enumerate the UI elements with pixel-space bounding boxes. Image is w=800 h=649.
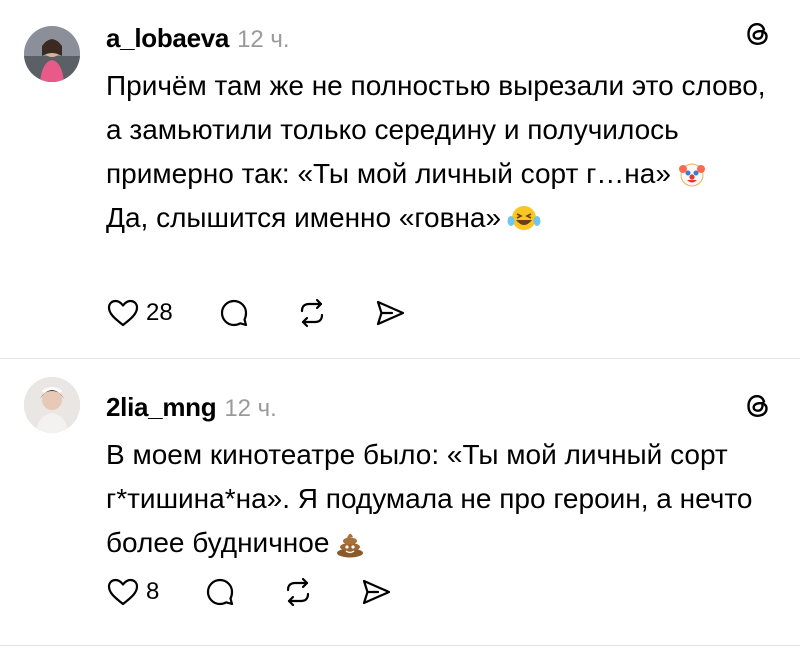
post-paragraph: Да, слышится именно «говна» xyxy=(106,196,766,240)
heart-icon xyxy=(107,578,139,606)
timestamp: 12 ч. xyxy=(224,395,277,422)
post-text: Причём там же не полностью вырезали это … xyxy=(106,64,766,240)
like-count: 28 xyxy=(146,299,173,326)
reply-button[interactable] xyxy=(203,575,237,609)
action-bar: 28 xyxy=(106,296,451,330)
pile-of-poo-icon xyxy=(337,533,364,558)
post-header: 2lia_mng 12 ч. xyxy=(106,392,277,423)
repost-icon xyxy=(287,577,310,607)
action-bar: 8 xyxy=(106,575,437,609)
post-paragraph: Причём там же не полностью вырезали это … xyxy=(106,70,766,189)
laughing-tears-icon xyxy=(507,206,541,230)
username[interactable]: 2lia_mng xyxy=(106,392,217,423)
user-photo-avatar xyxy=(24,26,80,82)
send-icon xyxy=(376,300,404,326)
post-paragraph: В моем кинотеатре было: «Ты мой личный с… xyxy=(106,439,753,558)
share-button[interactable] xyxy=(359,575,393,609)
repost-icon xyxy=(300,298,323,328)
reply-button[interactable] xyxy=(217,296,251,330)
clown-face-icon xyxy=(678,163,705,187)
post-header: a_lobaeva 12 ч. xyxy=(106,23,290,54)
thread-post: 2lia_mng 12 ч. В моем кинотеатре было: «… xyxy=(0,359,800,645)
like-count: 8 xyxy=(146,578,160,605)
threads-logo-icon[interactable] xyxy=(742,390,774,422)
thread-post: a_lobaeva 12 ч. Причём там же не полност… xyxy=(0,0,800,358)
timestamp: 12 ч. xyxy=(237,26,290,53)
avatar[interactable] xyxy=(24,377,80,433)
post-divider xyxy=(0,645,800,646)
comment-icon xyxy=(207,578,234,606)
repost-button[interactable] xyxy=(295,296,329,330)
send-icon xyxy=(363,579,391,605)
threads-logo-icon[interactable] xyxy=(742,18,774,50)
username[interactable]: a_lobaeva xyxy=(106,23,229,54)
comment-icon xyxy=(220,299,247,327)
like-button[interactable]: 28 xyxy=(106,297,173,329)
like-button[interactable]: 8 xyxy=(106,576,159,608)
post-text: В моем кинотеатре было: «Ты мой личный с… xyxy=(106,433,766,565)
user-photo-avatar xyxy=(24,377,80,433)
heart-icon xyxy=(107,299,139,327)
repost-button[interactable] xyxy=(281,575,315,609)
avatar[interactable] xyxy=(24,26,80,82)
share-button[interactable] xyxy=(373,296,407,330)
